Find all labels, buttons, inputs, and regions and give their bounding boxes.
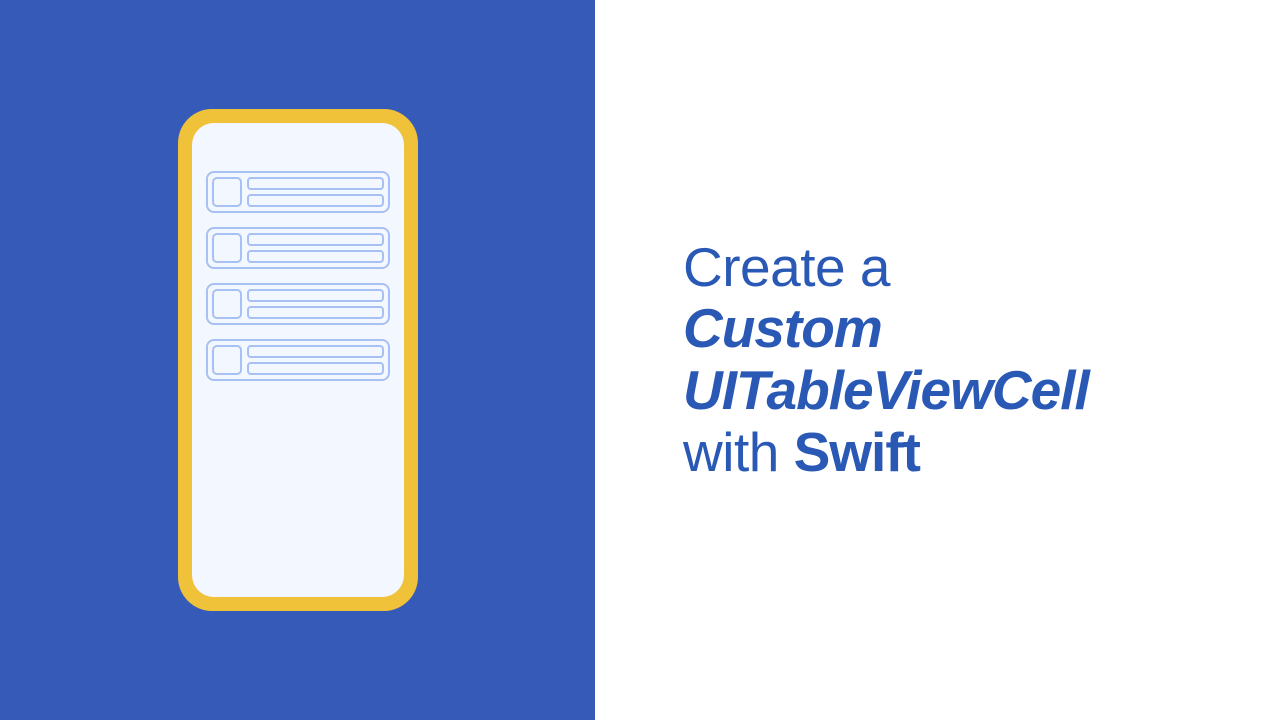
cell-line — [247, 362, 384, 375]
title-word-with: with — [683, 421, 794, 483]
table-row — [206, 339, 390, 381]
title-word-swift: Swift — [794, 421, 920, 483]
cell-line — [247, 289, 384, 302]
cell-text-placeholder — [247, 289, 384, 319]
table-row — [206, 171, 390, 213]
cell-text-placeholder — [247, 177, 384, 207]
cell-line — [247, 306, 384, 319]
illustration-panel — [0, 0, 595, 720]
cell-thumbnail-placeholder — [212, 233, 242, 263]
cell-thumbnail-placeholder — [212, 345, 242, 375]
cell-thumbnail-placeholder — [212, 289, 242, 319]
headline-panel: Create a Custom UITableViewCell with Swi… — [595, 0, 1280, 720]
page-title: Create a Custom UITableViewCell with Swi… — [683, 237, 1089, 483]
cell-line — [247, 250, 384, 263]
cell-line — [247, 233, 384, 246]
title-word-a: a — [845, 236, 890, 298]
cell-text-placeholder — [247, 345, 384, 375]
phone-mockup — [178, 109, 418, 611]
title-word-uitableviewcell: UITableViewCell — [683, 359, 1089, 421]
cell-text-placeholder — [247, 233, 384, 263]
cell-thumbnail-placeholder — [212, 177, 242, 207]
cell-line — [247, 345, 384, 358]
cell-line — [247, 177, 384, 190]
table-row — [206, 227, 390, 269]
title-word-custom: Custom — [683, 297, 882, 359]
phone-screen — [192, 123, 404, 597]
table-row — [206, 283, 390, 325]
title-word-create: Create — [683, 236, 845, 298]
cell-line — [247, 194, 384, 207]
